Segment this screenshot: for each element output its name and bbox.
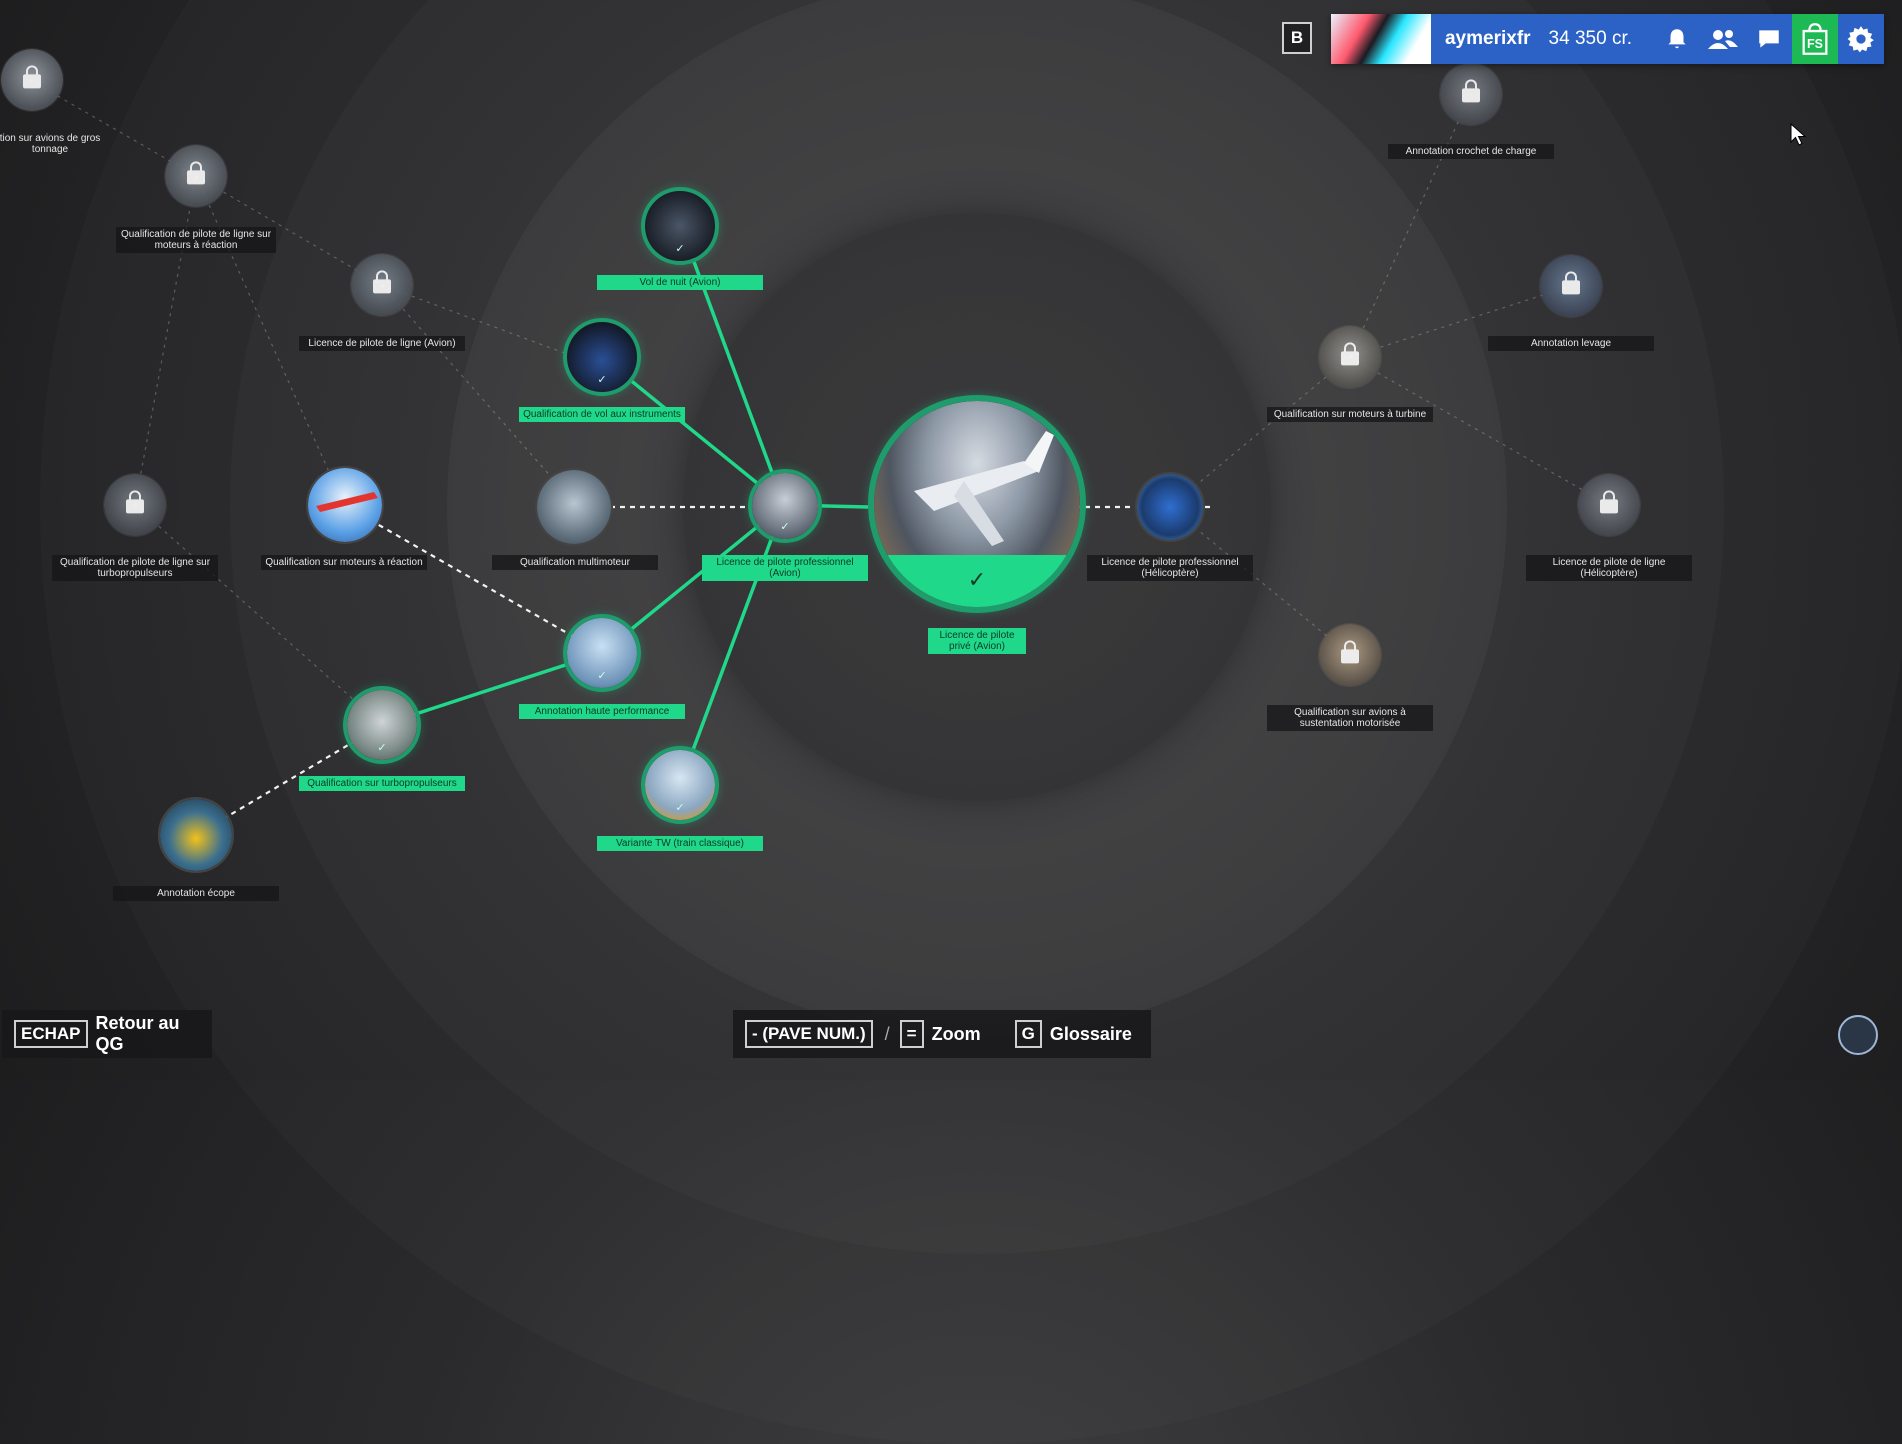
skill-node-multimoteur[interactable] xyxy=(535,468,613,546)
skill-label: Licence de pilote de ligne (Avion) xyxy=(299,336,465,351)
skill-label: Qualification sur moteurs à turbine xyxy=(1267,407,1433,422)
skill-label: Variante TW (train classique) xyxy=(597,836,763,851)
skill-label: Annotation crochet de charge xyxy=(1388,144,1554,159)
helicopter-photo xyxy=(1137,474,1203,540)
skill-label: Licence de pilote de ligne (Hélicoptère) xyxy=(1526,555,1692,581)
check-icon: ✓ xyxy=(967,567,987,592)
lock-icon xyxy=(23,65,41,89)
skill-node-licence-pilote-prive[interactable]: ✓ xyxy=(868,395,1086,613)
skill-node-variante-tw[interactable]: ✓ xyxy=(641,746,719,824)
skill-label: Licence de pilote privé (Avion) xyxy=(928,628,1026,654)
echap-key: ECHAP xyxy=(14,1020,88,1048)
skill-node-vol-de-nuit[interactable]: ✓ xyxy=(641,187,719,265)
lock-icon xyxy=(1462,79,1480,103)
skill-node-atpl-avion[interactable] xyxy=(350,253,414,317)
avatar[interactable] xyxy=(1330,14,1431,64)
edge-locked xyxy=(381,284,576,505)
back-to-hq-bar[interactable]: ECHAP Retour au QG xyxy=(2,1010,212,1058)
glossary-label: Glossaire xyxy=(1049,1023,1132,1044)
skill-label: Vol de nuit (Avion) xyxy=(597,275,763,290)
skill-label: Qualification de pilote de ligne sur tur… xyxy=(52,555,218,581)
skill-node-moteurs-a-reaction[interactable] xyxy=(306,466,384,544)
zoom-label: Zoom xyxy=(931,1023,981,1044)
back-to-hq-label: Retour au QG xyxy=(95,1013,180,1054)
skill-node-turbopropulseurs[interactable]: ✓ xyxy=(343,686,421,764)
skill-label: Licence de pilote professionnel (Avion) xyxy=(702,555,868,581)
credits-balance: 34 350 cr. xyxy=(1548,28,1632,49)
check-icon: ✓ xyxy=(377,742,387,754)
streamer-logo-icon xyxy=(1838,1015,1878,1055)
skill-label: tion sur avions de gros tonnage xyxy=(0,133,101,155)
chat-icon[interactable] xyxy=(1746,14,1792,64)
mouse-cursor-icon xyxy=(1790,123,1807,146)
skill-node-annotation-levage[interactable] xyxy=(1539,254,1603,318)
lock-icon xyxy=(1600,490,1618,514)
skill-label: Qualification sur turbopropulseurs xyxy=(299,776,465,791)
skill-node-annotation-ecope[interactable] xyxy=(158,797,234,873)
username: aymerixfr xyxy=(1444,28,1531,49)
svg-text:FS: FS xyxy=(1807,37,1823,51)
skill-label: Qualification de vol aux instruments xyxy=(519,407,685,422)
skill-node-cpl-helicoptere[interactable] xyxy=(1135,472,1205,542)
skill-label: Annotation écope xyxy=(113,886,279,901)
skill-node-atpl-reaction[interactable] xyxy=(164,144,228,208)
zoom-separator: / xyxy=(884,1023,890,1044)
lock-icon xyxy=(373,270,391,294)
check-icon: ✓ xyxy=(780,521,790,533)
b-key-button[interactable]: B xyxy=(1282,22,1312,54)
top-bar: aymerixfr 34 350 cr. FS xyxy=(1330,14,1884,64)
skill-label: Qualification sur avions à sustentation … xyxy=(1267,705,1433,731)
skill-node-cpl-avion[interactable]: ✓ xyxy=(748,469,822,543)
skill-node-gros-tonnage[interactable] xyxy=(0,48,64,112)
skill-node-crochet-de-charge[interactable] xyxy=(1439,62,1503,126)
check-icon: ✓ xyxy=(597,670,607,682)
skill-node-sustentation-motorisee[interactable] xyxy=(1318,623,1382,687)
skill-label: Qualification de pilote de ligne sur mot… xyxy=(116,227,276,253)
store-icon[interactable]: FS xyxy=(1792,14,1838,64)
check-icon: ✓ xyxy=(675,802,685,814)
skill-node-vol-aux-instruments[interactable]: ✓ xyxy=(563,318,641,396)
skill-node-moteurs-a-turbine[interactable] xyxy=(1318,325,1382,389)
gear-icon[interactable] xyxy=(1838,14,1884,64)
skill-node-atpl-turboprop[interactable] xyxy=(103,473,167,537)
edge-locked xyxy=(1349,93,1472,358)
skill-label: Qualification multimoteur xyxy=(492,555,658,570)
skill-label: Annotation levage xyxy=(1488,336,1654,351)
skill-label: Annotation haute performance xyxy=(519,704,685,719)
seaplane-photo xyxy=(160,799,232,871)
lock-icon xyxy=(126,490,144,514)
skill-node-haute-performance[interactable]: ✓ xyxy=(563,614,641,692)
glossary-key[interactable]: G xyxy=(1014,1020,1042,1048)
edge-locked xyxy=(1349,356,1610,506)
zoom-in-key[interactable]: = xyxy=(899,1020,924,1048)
friends-icon[interactable] xyxy=(1700,14,1746,64)
lock-icon xyxy=(187,161,205,185)
lock-icon xyxy=(1341,640,1359,664)
zoom-out-key[interactable]: - (PAVE NUM.) xyxy=(745,1020,873,1048)
controls-bar: - (PAVE NUM.) / = Zoom G Glossaire xyxy=(733,1010,1151,1058)
skill-label: Licence de pilote professionnel (Hélicop… xyxy=(1087,555,1253,581)
lock-icon xyxy=(1562,271,1580,295)
lock-icon xyxy=(1341,342,1359,366)
check-icon: ✓ xyxy=(597,374,607,386)
edge-locked xyxy=(134,175,197,506)
skill-label: Qualification sur moteurs à réaction xyxy=(261,555,427,570)
bell-icon[interactable] xyxy=(1654,14,1700,64)
skill-node-atpl-helicoptere[interactable] xyxy=(1577,473,1641,537)
airplane-photo xyxy=(537,470,611,544)
check-icon: ✓ xyxy=(675,243,685,255)
jet-icon xyxy=(316,492,378,512)
